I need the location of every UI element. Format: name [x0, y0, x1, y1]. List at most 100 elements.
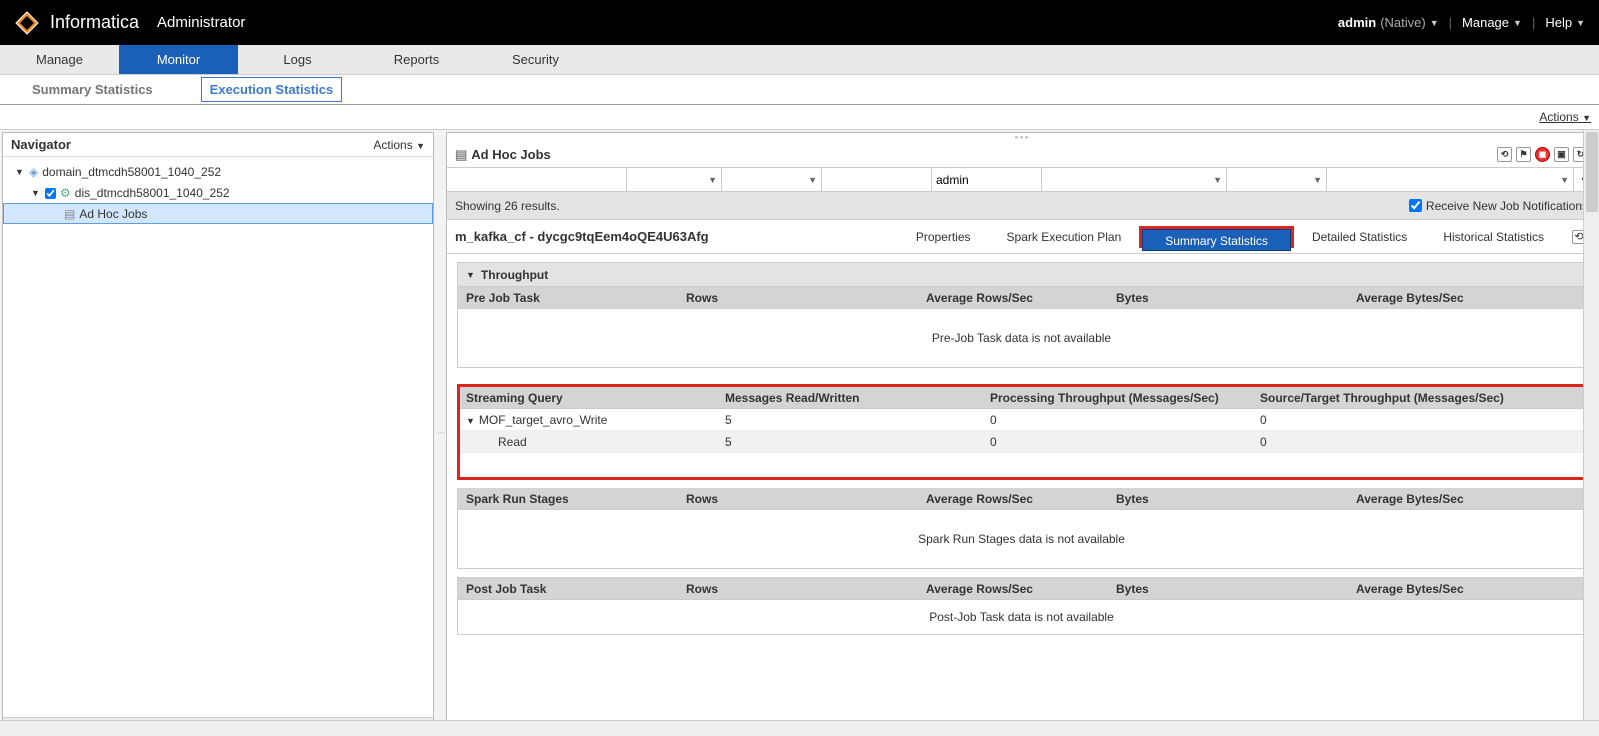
col-spark-stages: Spark Run Stages [458, 492, 678, 506]
filter-input-3[interactable] [726, 173, 817, 187]
tab-manage[interactable]: Manage [0, 45, 119, 74]
filter-input-user[interactable] [936, 173, 1037, 187]
col-rows: Rows [678, 492, 918, 506]
scrollbar-thumb[interactable] [1586, 132, 1598, 212]
filter-cell-4[interactable] [822, 168, 932, 191]
domain-label: domain_dtmcdh58001_1040_252 [42, 165, 221, 179]
actions-label: Actions [1539, 110, 1578, 124]
page-horizontal-scrollbar[interactable] [0, 720, 1599, 736]
col-bytes: Bytes [1108, 492, 1348, 506]
streaming-row1-v4: 0 [1260, 413, 1583, 427]
filter-cell-user[interactable] [932, 168, 1042, 191]
service-checkbox[interactable] [45, 188, 56, 199]
manage-menu[interactable]: Manage ▼ [1462, 15, 1522, 30]
filter-input-2[interactable] [631, 173, 717, 187]
help-menu[interactable]: Help ▼ [1545, 15, 1585, 30]
streaming-row1-v2: 5 [725, 413, 990, 427]
jtab-spark[interactable]: Spark Execution Plan [989, 226, 1140, 248]
page-vertical-scrollbar[interactable] [1583, 130, 1599, 720]
jtab-historical[interactable]: Historical Statistics [1425, 226, 1562, 248]
stop-icon[interactable]: ◼ [1535, 147, 1550, 162]
caret-down-icon: ▼ [1513, 18, 1522, 28]
results-bar: Showing 26 results. Receive New Job Noti… [447, 192, 1596, 220]
export-icon[interactable]: ▣ [1554, 147, 1569, 162]
brand-role: Administrator [157, 14, 245, 31]
col-avgrows: Average Rows/Sec [918, 291, 1108, 305]
subtab-summary-statistics[interactable]: Summary Statistics [24, 78, 161, 101]
brand-name: Informatica [50, 12, 139, 33]
filter-cell-3[interactable]: ▼ [722, 168, 822, 191]
col-avgrows: Average Rows/Sec [918, 492, 1108, 506]
global-actions-bar: Actions ▼ [0, 105, 1599, 130]
tree-node-service[interactable]: ▼ ⚙ dis_dtmcdh58001_1040_252 [3, 182, 433, 203]
tab-security[interactable]: Security [476, 45, 595, 74]
col-messages: Messages Read/Written [725, 391, 990, 405]
informatica-logo-icon [14, 10, 40, 36]
throughput-header[interactable]: ▼ Throughput [458, 263, 1585, 287]
splitter[interactable]: ⋮ [436, 130, 446, 736]
filter2-icon[interactable]: ⚑ [1516, 147, 1531, 162]
filter-cell-2[interactable]: ▼ [627, 168, 722, 191]
global-actions-menu[interactable]: Actions ▼ [1539, 110, 1591, 124]
checkbox-icon[interactable] [45, 186, 56, 200]
caret-down-icon: ▼ [1582, 113, 1591, 123]
streaming-row-read[interactable]: Read 5 0 0 [460, 431, 1583, 453]
streaming-row-write[interactable]: ▼MOF_target_avro_Write 5 0 0 [460, 409, 1583, 431]
collapse-icon[interactable]: ▼ [466, 416, 475, 426]
receive-checkbox[interactable] [1409, 199, 1422, 212]
tab-monitor[interactable]: Monitor [119, 45, 238, 74]
toolbar-icons: ⟲ ⚑ ◼ ▣ ↻ [1497, 147, 1588, 162]
jtab-detailed[interactable]: Detailed Statistics [1294, 226, 1425, 248]
spark-empty-message: Spark Run Stages data is not available [458, 510, 1585, 568]
job-tabs: Properties Spark Execution Plan Summary … [898, 226, 1596, 248]
col-bytes: Bytes [1108, 291, 1348, 305]
filter-input-1[interactable] [451, 173, 622, 187]
filter-input-5[interactable] [1046, 173, 1222, 187]
user-name: admin [1338, 15, 1376, 30]
main-tabs: Manage Monitor Logs Reports Security [0, 45, 1599, 75]
jobs-icon: ▤ [455, 147, 467, 163]
filter-input-6[interactable] [1231, 173, 1322, 187]
col-rows: Rows [678, 582, 918, 596]
filter-cell-1[interactable] [447, 168, 627, 191]
col-avgbytes: Average Bytes/Sec [1348, 492, 1585, 506]
tab-reports[interactable]: Reports [357, 45, 476, 74]
user-native: (Native) [1380, 15, 1426, 30]
receive-notifications[interactable]: Receive New Job Notifications [1409, 199, 1588, 213]
col-avgrows: Average Rows/Sec [918, 582, 1108, 596]
drag-handle[interactable]: ∘∘∘ [447, 133, 1596, 142]
throughput-section: ▼ Throughput Pre Job Task Rows Average R… [457, 262, 1586, 368]
inner-panel: ▼ Throughput Pre Job Task Rows Average R… [447, 254, 1596, 384]
service-icon: ⚙ [60, 186, 71, 200]
subtab-execution-statistics[interactable]: Execution Statistics [201, 77, 343, 102]
domain-icon: ◈ [29, 165, 38, 179]
filter-cell-6[interactable]: ▼ [1227, 168, 1327, 191]
spark-section: Spark Run Stages Rows Average Rows/Sec B… [457, 488, 1586, 569]
filter-cell-7[interactable]: ▼ [1327, 168, 1574, 191]
navigator-title: Navigator [11, 137, 71, 152]
job-title: m_kafka_cf - dycgc9tqEem4oQE4U63Afg [447, 229, 709, 244]
jtab-properties[interactable]: Properties [898, 226, 989, 248]
streaming-row2-v2: 5 [725, 435, 990, 449]
filter-cell-5[interactable]: ▼ [1042, 168, 1227, 191]
col-bytes: Bytes [1108, 582, 1348, 596]
link-icon[interactable]: ⟲ [1497, 147, 1512, 162]
navigator-actions-menu[interactable]: Actions ▼ [373, 138, 425, 152]
adhoc-label: Ad Hoc Jobs [79, 207, 147, 221]
filter-input-7[interactable] [1331, 173, 1569, 187]
sub-tabs: Summary Statistics Execution Statistics [0, 75, 1599, 105]
jtab-summary-wrap[interactable]: Summary Statistics [1139, 226, 1294, 248]
collapse-icon[interactable]: ▼ [31, 188, 41, 198]
caret-down-icon: ▼ [1560, 175, 1569, 185]
filter-input-4[interactable] [826, 173, 927, 187]
col-src-throughput: Source/Target Throughput (Messages/Sec) [1260, 391, 1583, 405]
post-columns: Post Job Task Rows Average Rows/Sec Byte… [458, 578, 1585, 600]
tree-node-domain[interactable]: ▼ ◈ domain_dtmcdh58001_1040_252 [3, 161, 433, 182]
main-area: Navigator Actions ▼ ▼ ◈ domain_dtmcdh580… [0, 130, 1599, 736]
spark-columns: Spark Run Stages Rows Average Rows/Sec B… [458, 488, 1585, 510]
collapse-icon[interactable]: ▼ [15, 167, 25, 177]
user-menu[interactable]: admin (Native) ▼ [1338, 15, 1439, 30]
tree-node-adhoc-jobs[interactable]: ▤ Ad Hoc Jobs [3, 203, 433, 224]
tab-logs[interactable]: Logs [238, 45, 357, 74]
caret-down-icon: ▼ [1213, 175, 1222, 185]
